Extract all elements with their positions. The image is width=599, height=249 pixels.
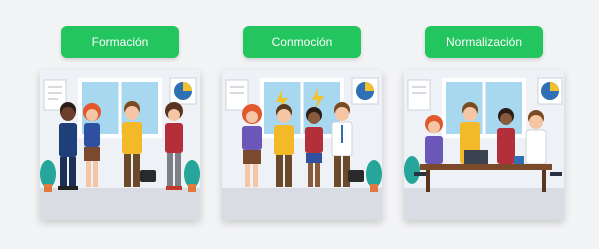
team-storming-illustration [222, 70, 382, 220]
formacion-button[interactable]: Formación [61, 26, 179, 58]
conmocion-button[interactable]: Conmoción [243, 26, 361, 58]
normalizacion-button[interactable]: Normalización [425, 26, 543, 58]
stage-card-conmocion: Conmoción [222, 26, 382, 220]
team-forming-illustration [40, 70, 200, 220]
stage-card-formacion: Formación [40, 26, 200, 220]
team-norming-illustration [404, 70, 564, 220]
stage-card-normalizacion: Normalización [404, 26, 564, 220]
